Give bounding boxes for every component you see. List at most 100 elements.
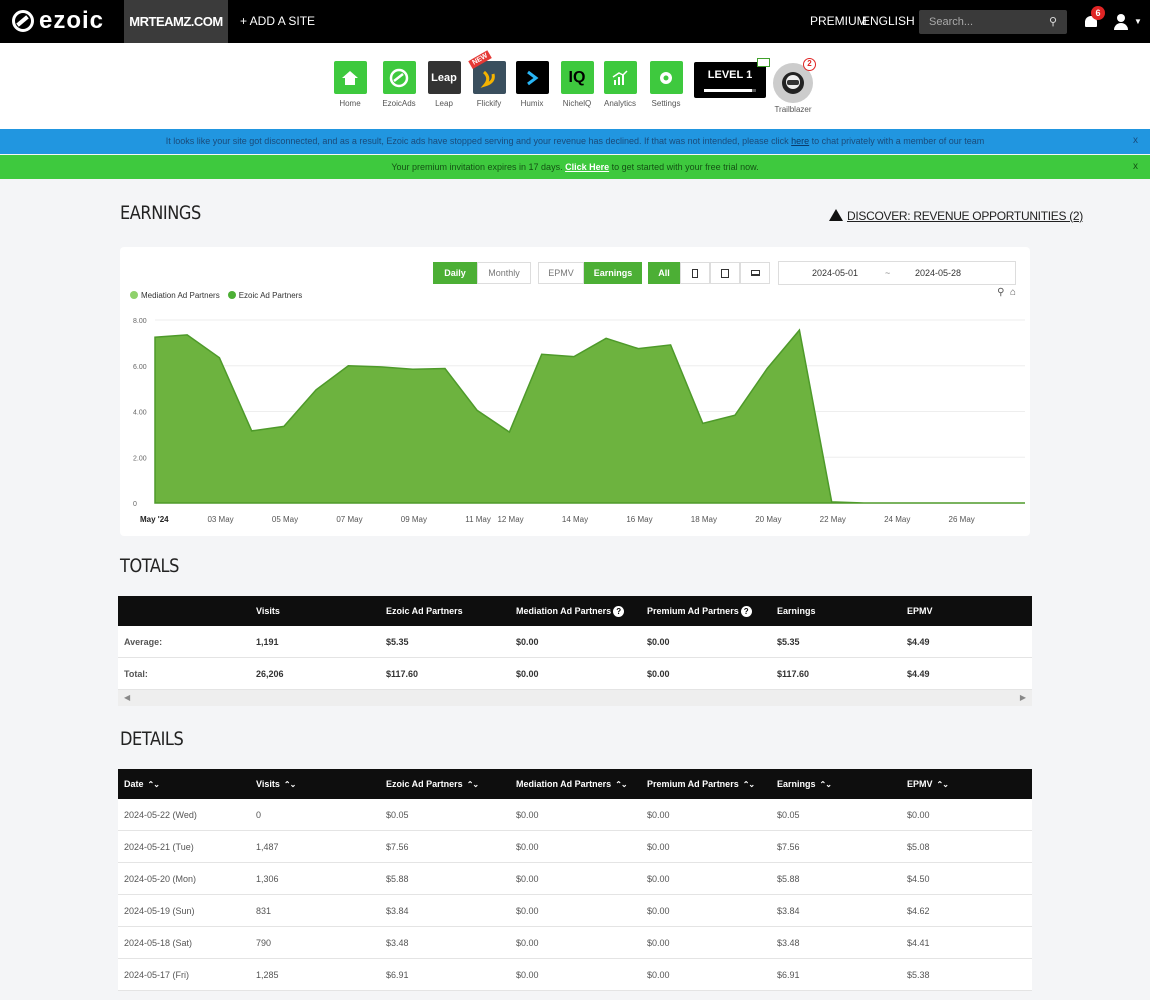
table-cell: $4.49 — [907, 636, 930, 647]
table-cell: 2024-05-20 (Mon) — [124, 873, 197, 884]
app-nichelq[interactable]: IQ NichelQ — [557, 61, 597, 108]
table-cell: $5.35 — [386, 636, 409, 647]
table-cell: 2024-05-22 (Wed) — [124, 809, 197, 820]
column-header[interactable]: Ezoic Ad Partners ⌃⌄ — [386, 769, 479, 799]
table-cell: $0.00 — [516, 873, 539, 884]
totals-title: TOTALS — [120, 555, 179, 577]
table-cell: 2024-05-21 (Tue) — [124, 841, 194, 852]
data-point[interactable] — [475, 408, 479, 412]
close-icon[interactable]: x — [1133, 155, 1138, 179]
table-cell: $5.88 — [777, 873, 800, 884]
data-point[interactable] — [701, 421, 705, 425]
language-dropdown[interactable]: ENGLISH ▼ — [862, 14, 926, 28]
column-header[interactable]: Premium Ad Partners ⌃⌄ — [647, 769, 755, 799]
table-cell: $4.49 — [907, 668, 930, 679]
data-point[interactable] — [443, 366, 447, 370]
data-point[interactable] — [217, 356, 221, 360]
app-home[interactable]: Home — [330, 61, 370, 108]
data-point[interactable] — [185, 333, 189, 337]
data-point[interactable] — [733, 413, 737, 417]
app-flickify[interactable]: NEW Flickify — [467, 50, 509, 108]
search-input[interactable]: Search... ⚲ — [919, 10, 1067, 34]
data-point[interactable] — [572, 355, 576, 359]
site-selector-tab[interactable]: MRTEAMZ.COM — [124, 0, 228, 43]
ezoic-logo[interactable]: ezoic — [12, 7, 104, 34]
data-point[interactable] — [830, 500, 834, 504]
data-point[interactable] — [669, 343, 673, 347]
data-point[interactable] — [153, 335, 157, 339]
data-point[interactable] — [282, 424, 286, 428]
sort-icon[interactable]: ⌃⌄ — [820, 780, 832, 789]
column-header-label: Mediation Ad Partners — [516, 606, 612, 616]
data-point[interactable] — [314, 388, 318, 392]
table-cell: $7.56 — [777, 841, 800, 852]
sort-icon[interactable]: ⌃⌄ — [743, 780, 755, 789]
column-header[interactable]: Visits ⌃⌄ — [256, 769, 296, 799]
user-icon[interactable] — [1113, 14, 1129, 30]
column-header[interactable]: Earnings ⌃⌄ — [777, 769, 832, 799]
app-leap[interactable]: Leap Leap — [424, 61, 464, 108]
sort-icon[interactable]: ⌃⌄ — [937, 780, 949, 789]
app-settings[interactable]: Settings — [646, 61, 686, 108]
data-point[interactable] — [797, 328, 801, 332]
close-icon[interactable]: x — [1133, 129, 1138, 153]
data-point[interactable] — [250, 429, 254, 433]
premium-link[interactable]: PREMIUM — [810, 14, 867, 28]
help-icon[interactable]: ? — [613, 605, 625, 617]
table-cell: $0.05 — [386, 809, 409, 820]
data-point[interactable] — [926, 501, 930, 505]
chat-here-link[interactable]: here — [791, 136, 809, 146]
table-cell: $0.00 — [647, 905, 670, 916]
notification-badge: 6 — [1091, 6, 1105, 20]
chevron-down-icon[interactable]: ▼ — [1134, 17, 1142, 26]
add-site-link[interactable]: + ADD A SITE — [240, 14, 315, 28]
data-point[interactable] — [604, 336, 608, 340]
data-point[interactable] — [507, 430, 511, 434]
sort-icon[interactable]: ⌃⌄ — [148, 780, 160, 789]
settings-icon — [649, 61, 683, 94]
data-point[interactable] — [862, 501, 866, 505]
details-title: DETAILS — [120, 728, 184, 750]
data-point[interactable] — [636, 347, 640, 351]
horizontal-scrollbar[interactable]: ◀ ▶ — [118, 690, 1032, 706]
table-cell: 1,191 — [256, 636, 279, 647]
level-badge[interactable]: LEVEL 1 — [694, 62, 766, 98]
data-point[interactable] — [991, 501, 995, 505]
data-point[interactable] — [411, 367, 415, 371]
column-header[interactable]: Mediation Ad Partners ⌃⌄ — [516, 769, 628, 799]
data-point[interactable] — [540, 352, 544, 356]
table-row: 2024-05-17 (Fri) 1,285 $6.91 $0.00 $0.00 $6.9… — [118, 959, 1032, 991]
app-ezoicads[interactable]: EzoicAds — [379, 61, 419, 108]
data-point[interactable] — [346, 364, 350, 368]
scroll-left-icon[interactable]: ◀ — [124, 693, 130, 702]
data-point[interactable] — [894, 501, 898, 505]
column-header-label: EPMV — [907, 779, 933, 789]
app-label: EzoicAds — [382, 99, 416, 108]
sort-icon[interactable]: ⌃⌄ — [615, 780, 627, 789]
column-header[interactable]: EPMV ⌃⌄ — [907, 769, 949, 799]
data-point[interactable] — [379, 365, 383, 369]
app-label: Settings — [651, 99, 681, 108]
search-icon[interactable]: ⚲ — [1049, 15, 1057, 28]
sort-icon[interactable]: ⌃⌄ — [284, 780, 296, 789]
table-cell: $117.60 — [777, 668, 810, 679]
help-icon[interactable]: ? — [740, 605, 752, 617]
app-analytics[interactable]: Analytics — [600, 61, 640, 108]
table-cell: $0.00 — [516, 636, 539, 647]
data-point[interactable] — [765, 366, 769, 370]
app-label: Flickify — [476, 99, 502, 108]
x-tick-label: 07 May — [336, 515, 362, 524]
app-humix[interactable]: Humix — [512, 61, 552, 108]
data-point[interactable] — [959, 501, 963, 505]
x-tick-label: 20 May — [755, 515, 781, 524]
discover-revenue-link[interactable]: DISCOVER: REVENUE OPPORTUNITIES (2) — [829, 209, 1083, 223]
column-header[interactable]: Date ⌃⌄ — [124, 769, 160, 799]
data-point[interactable] — [1023, 501, 1027, 505]
scroll-right-icon[interactable]: ▶ — [1020, 693, 1026, 702]
analytics-icon — [603, 61, 637, 94]
click-here-link[interactable]: Click Here — [565, 162, 609, 172]
sort-icon[interactable]: ⌃⌄ — [467, 780, 479, 789]
mail-icon[interactable] — [757, 58, 770, 67]
earnings-area-series[interactable] — [154, 328, 1025, 504]
x-tick-label: 18 May — [691, 515, 717, 524]
